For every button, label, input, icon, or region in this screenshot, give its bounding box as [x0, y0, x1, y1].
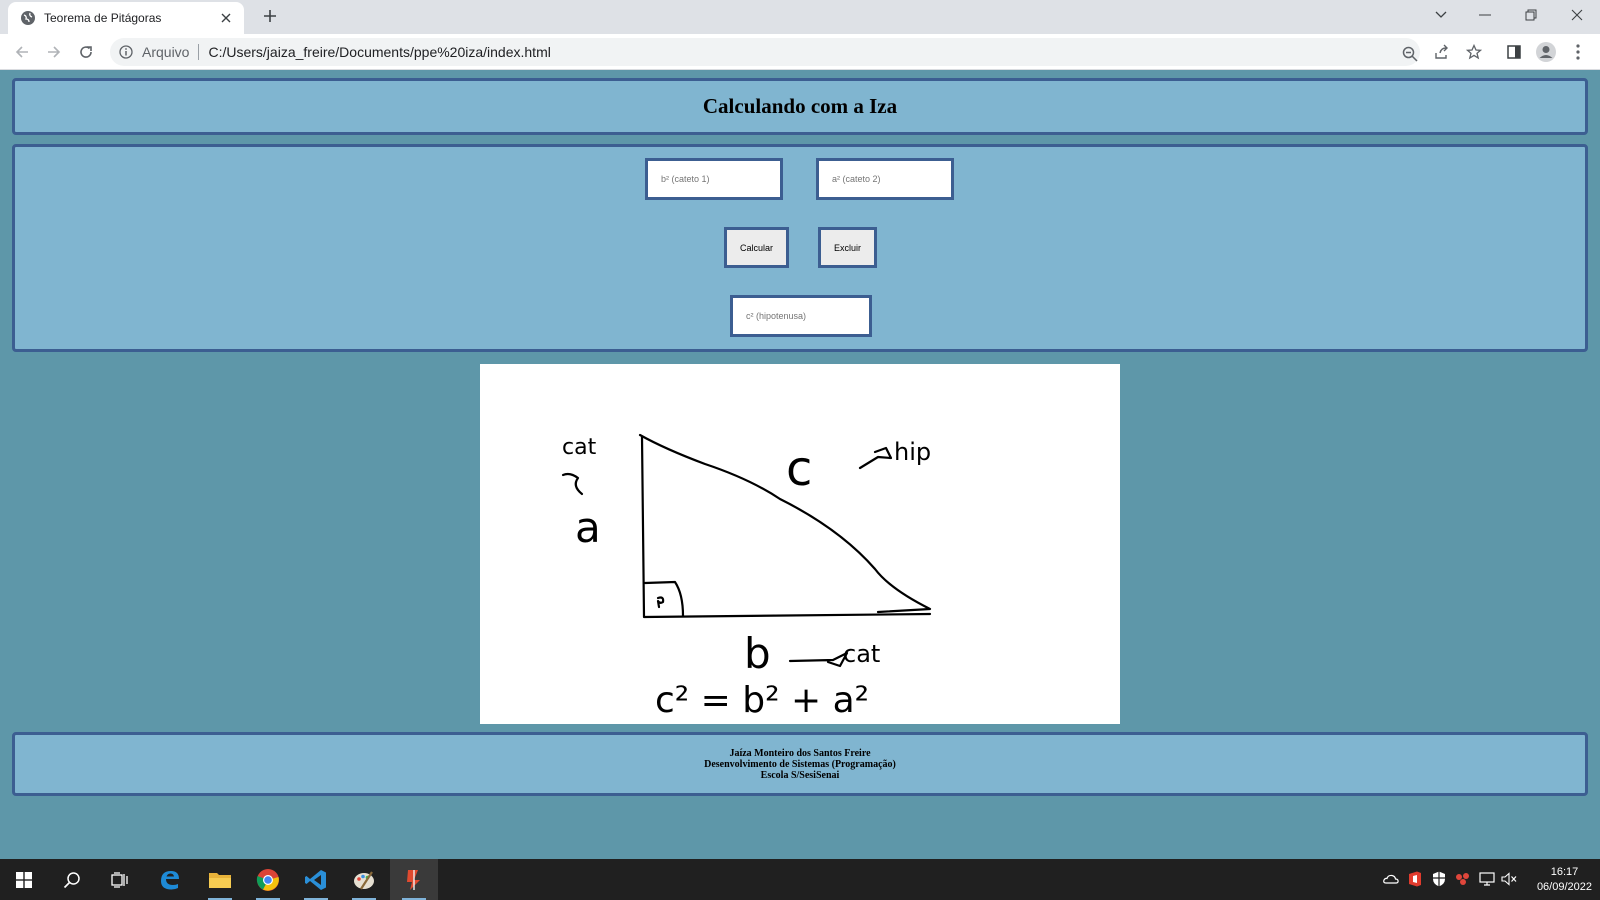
browser-toolbar: Arquivo C:/Users/jaiza_freire/Documents/…	[0, 34, 1600, 70]
triangle-hypotenuse	[638, 433, 932, 614]
address-divider	[198, 44, 200, 60]
reload-icon[interactable]	[72, 38, 100, 66]
system-clock[interactable]: 16:17 06/09/2022	[1537, 865, 1592, 895]
windows-start-icon[interactable]	[0, 859, 48, 900]
footer-panel: Jaíza Monteiro dos Santos Freire Desenvo…	[12, 732, 1588, 796]
people-icon[interactable]	[1454, 870, 1472, 888]
info-icon[interactable]	[118, 44, 134, 60]
pythagoras-formula: c² = b² + a²	[655, 680, 869, 721]
search-icon[interactable]	[48, 859, 96, 900]
hipotenusa-input[interactable]	[730, 295, 872, 337]
active-app-icon[interactable]	[390, 859, 438, 900]
header-panel: Calculando com a Iza	[12, 78, 1588, 135]
vscode-icon[interactable]	[292, 859, 340, 900]
drawing-label-top-cat: cat	[562, 435, 597, 460]
back-icon[interactable]	[8, 38, 36, 66]
hip-arrow	[858, 446, 893, 470]
course-name: Desenvolvimento de Sistemas (Programação…	[704, 758, 896, 770]
forward-icon[interactable]	[40, 38, 68, 66]
onedrive-icon[interactable]	[1382, 870, 1400, 888]
globe-icon	[20, 10, 36, 26]
bookmark-star-icon[interactable]	[1462, 40, 1486, 64]
triangle-sketch: cat a c hip b cat c² = b² + a²	[561, 433, 932, 721]
address-url[interactable]: C:/Users/jaiza_freire/Documents/ppe%20iz…	[208, 44, 550, 60]
close-icon[interactable]	[218, 10, 234, 26]
drawing-label-b: b	[744, 629, 771, 678]
chrome-icon[interactable]	[244, 859, 292, 900]
tab-search-icon[interactable]	[1418, 0, 1464, 30]
paint-icon[interactable]	[340, 859, 388, 900]
left-wiggle-mark	[561, 472, 584, 496]
task-view-icon[interactable]	[96, 859, 144, 900]
close-window-icon[interactable]	[1554, 0, 1600, 30]
bottom-cat-arrow	[788, 651, 849, 668]
share-icon[interactable]	[1430, 40, 1454, 64]
clock-time: 16:17	[1550, 866, 1579, 878]
cateto1-input[interactable]	[645, 158, 783, 200]
new-tab-button[interactable]	[258, 4, 282, 28]
author-name: Jaíza Monteiro dos Santos Freire	[729, 747, 871, 759]
cateto2-input[interactable]	[816, 158, 954, 200]
security-shield-icon[interactable]	[1430, 870, 1448, 888]
pythagoras-drawing: cat a c hip b cat c² = b² + a²	[480, 364, 1120, 724]
calculator-form: Calcular Excluir	[12, 144, 1588, 352]
profile-avatar-icon[interactable]	[1534, 40, 1558, 64]
drawing-label-bottom-cat: cat	[843, 640, 880, 668]
side-panel-icon[interactable]	[1502, 40, 1526, 64]
browser-tab[interactable]: Teorema de Pitágoras	[8, 2, 244, 34]
page-content: Calculando com a Iza Calcular Excluir	[0, 71, 1600, 859]
windows-taskbar: 16:17 06/09/2022	[0, 859, 1600, 900]
calcular-button[interactable]: Calcular	[724, 227, 789, 268]
edge-icon[interactable]	[146, 859, 194, 900]
clock-date: 06/09/2022	[1536, 881, 1592, 893]
restore-icon[interactable]	[1508, 0, 1554, 30]
speaker-muted-icon[interactable]	[1500, 870, 1518, 888]
file-explorer-icon[interactable]	[196, 859, 244, 900]
address-security-label: Arquivo	[142, 44, 190, 60]
browser-tab-bar: Teorema de Pitágoras	[0, 0, 1600, 34]
right-angle-dot	[656, 596, 665, 609]
drawing-label-hip: hip	[894, 438, 931, 466]
drawing-label-c: c	[786, 441, 812, 497]
school-name: Escola S/SesiSenai	[760, 769, 840, 781]
office-icon[interactable]	[1406, 870, 1424, 888]
menu-kebab-icon[interactable]	[1566, 40, 1590, 64]
page-title: Calculando com a Iza	[702, 94, 898, 118]
tab-title: Teorema de Pitágoras	[44, 11, 162, 25]
network-icon[interactable]	[1478, 870, 1496, 888]
zoom-icon[interactable]	[1400, 44, 1420, 64]
drawing-label-a: a	[575, 503, 601, 552]
minimize-icon[interactable]	[1462, 0, 1508, 30]
excluir-button[interactable]: Excluir	[818, 227, 877, 268]
address-bar[interactable]: Arquivo C:/Users/jaiza_freire/Documents/…	[110, 38, 1420, 66]
